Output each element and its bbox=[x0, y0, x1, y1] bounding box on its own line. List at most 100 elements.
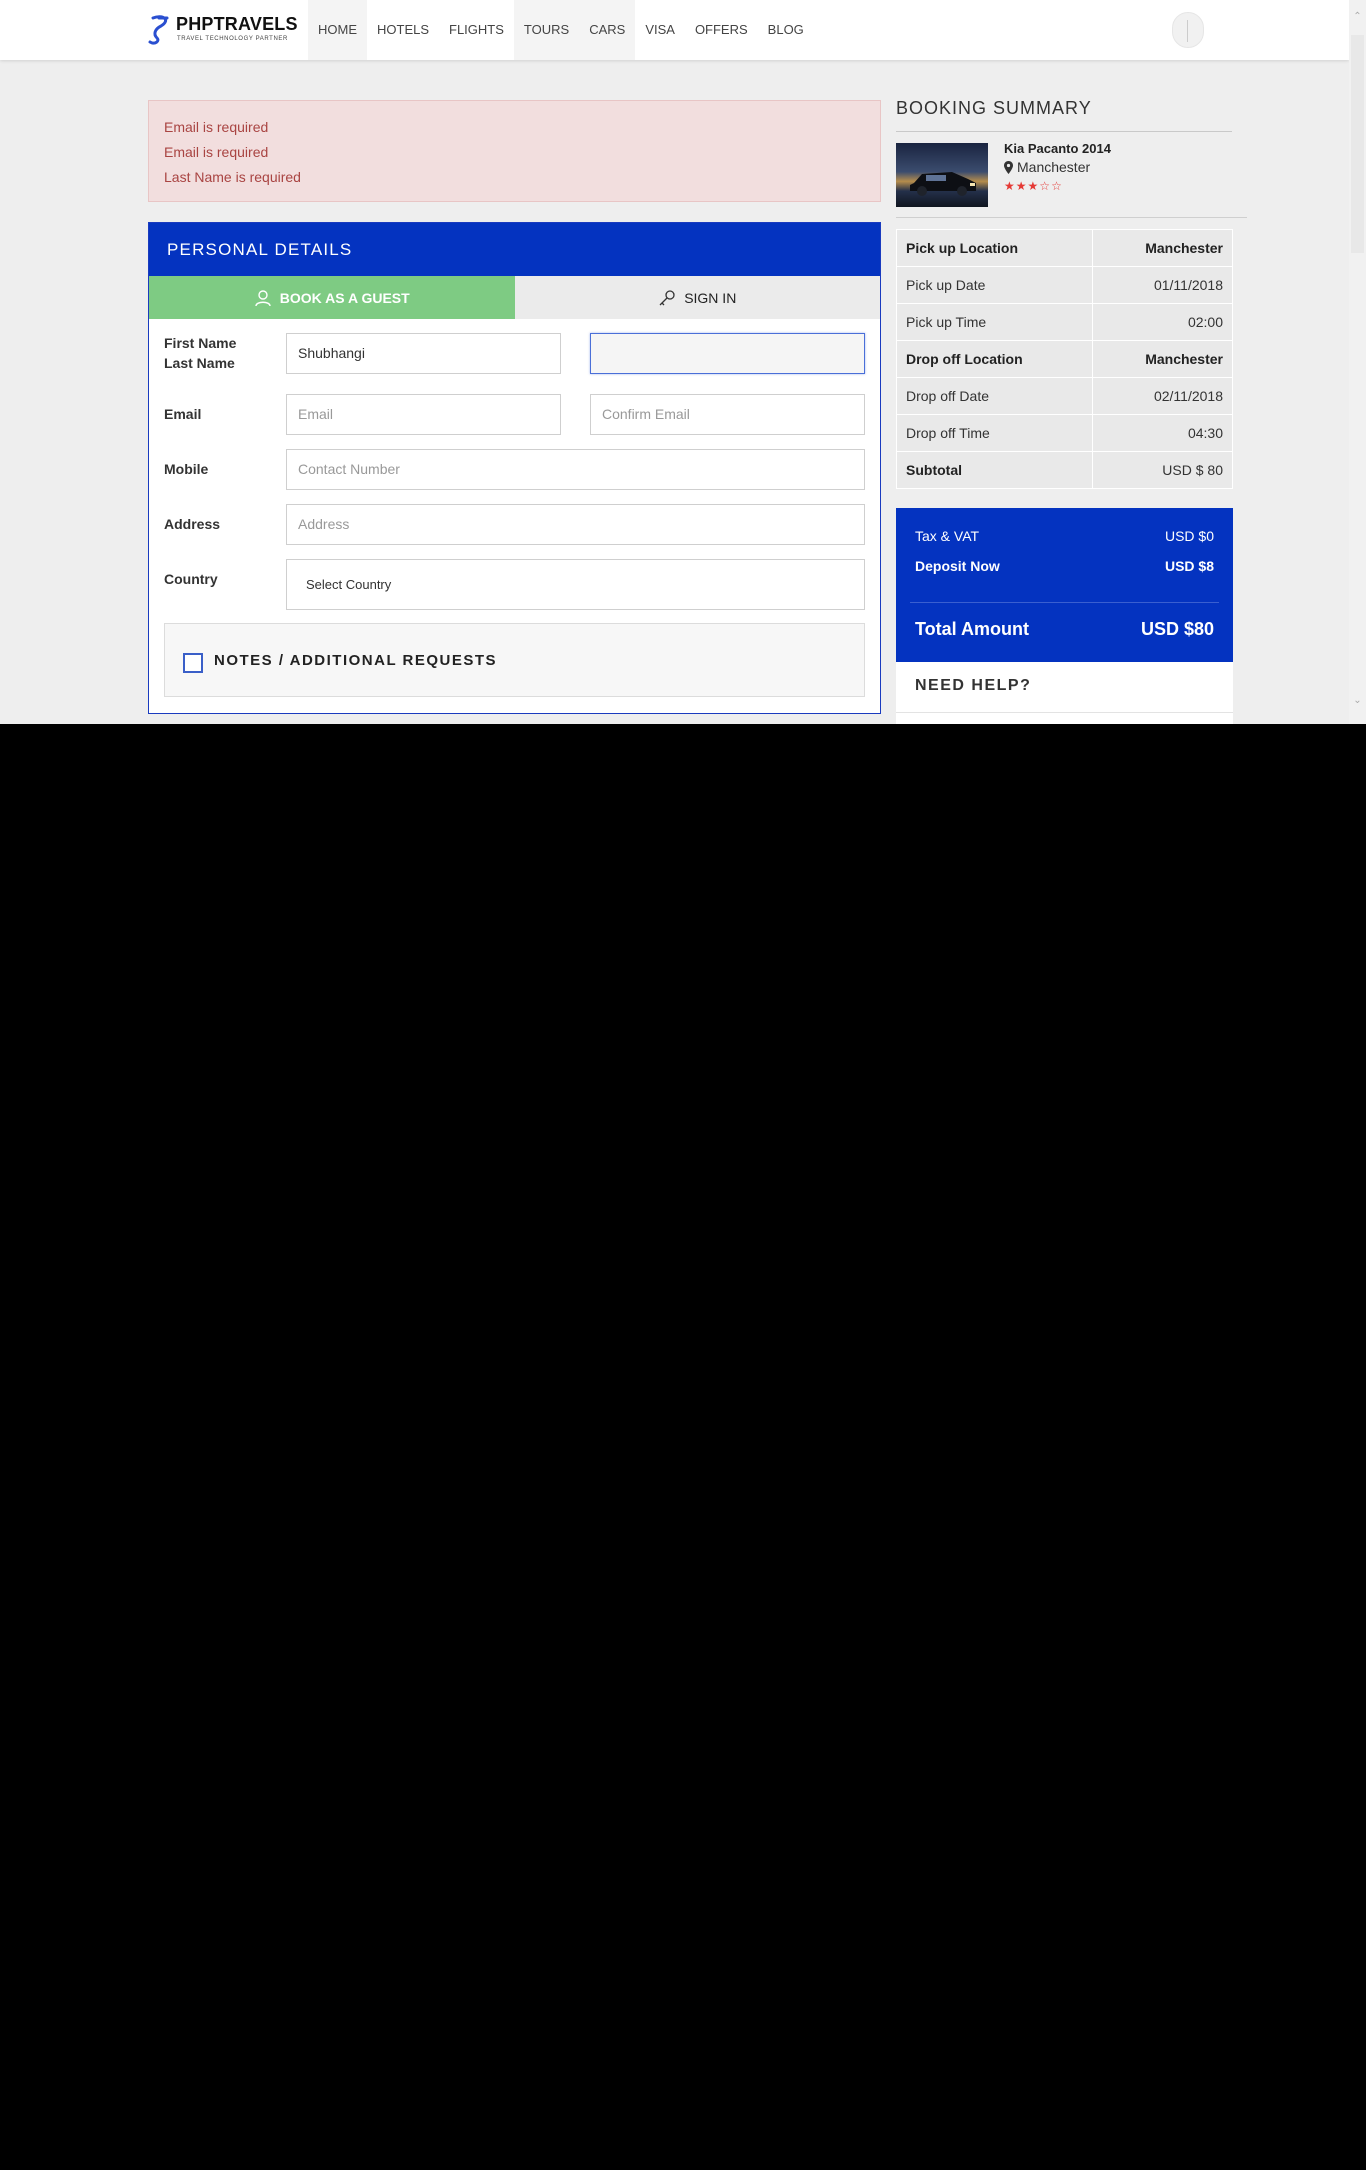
last-name-input[interactable] bbox=[590, 333, 865, 374]
tax-row: Tax & VAT USD $0 bbox=[915, 528, 1214, 544]
deposit-row: Deposit Now USD $8 bbox=[915, 558, 1214, 574]
row-label: Pick up Location bbox=[895, 229, 1094, 267]
table-row: Pick up Time 02:00 bbox=[895, 303, 1233, 341]
country-label: Country bbox=[164, 571, 218, 587]
page-scrollbar[interactable]: ⌃ ⌄ bbox=[1349, 0, 1366, 724]
row-value: Manchester bbox=[1092, 340, 1233, 378]
car-name[interactable]: Kia Pacanto 2014 bbox=[1004, 141, 1111, 156]
car-image bbox=[910, 172, 976, 196]
deposit-value: USD $8 bbox=[1164, 558, 1214, 574]
car-thumbnail[interactable] bbox=[896, 143, 988, 207]
car-location-text: Manchester bbox=[1017, 159, 1091, 175]
star-icon: ★ bbox=[1015, 179, 1028, 193]
notes-section: NOTES / ADDITIONAL REQUESTS bbox=[164, 623, 865, 697]
booking-details-table: Pick up Location Manchester Pick up Date… bbox=[895, 229, 1233, 489]
row-label: Drop off Date bbox=[895, 377, 1094, 415]
nav-hotels[interactable]: HOTELS bbox=[367, 0, 439, 60]
summary-divider bbox=[896, 217, 1247, 218]
scrollbar-thumb[interactable] bbox=[1351, 35, 1364, 253]
total-label: Total Amount bbox=[915, 619, 1029, 639]
brand-name: PHPTRAVELS bbox=[176, 14, 298, 34]
car-rating: ★★★☆☆ bbox=[1004, 179, 1063, 193]
alert-message: Email is required bbox=[164, 144, 269, 160]
email-input[interactable]: Email bbox=[286, 394, 561, 435]
brand-logo[interactable]: PHPTRAVELS TRAVEL TECHNOLOGY PARTNER bbox=[147, 12, 297, 48]
tab-signin-label: SIGN IN bbox=[684, 289, 737, 306]
address-label: Address bbox=[164, 516, 221, 532]
row-label: Drop off Location bbox=[895, 340, 1094, 378]
notes-checkbox[interactable] bbox=[183, 653, 203, 673]
totals-box: Tax & VAT USD $0 Deposit Now USD $8 Tota… bbox=[896, 508, 1233, 662]
email-label: Email bbox=[164, 406, 202, 422]
map-marker-icon bbox=[1004, 160, 1013, 174]
brand-tagline: TRAVEL TECHNOLOGY PARTNER bbox=[177, 36, 288, 42]
need-help-box: NEED HELP? bbox=[896, 662, 1233, 724]
nav-offers[interactable]: OFFERS bbox=[685, 0, 758, 60]
row-value: USD $ 80 bbox=[1092, 451, 1233, 489]
car-location: Manchester bbox=[1004, 159, 1090, 175]
nav-cars[interactable]: CARS bbox=[579, 0, 636, 60]
row-value: 02:00 bbox=[1092, 303, 1233, 341]
account-menu-button[interactable] bbox=[1172, 12, 1204, 48]
table-row: Pick up Location Manchester bbox=[895, 229, 1233, 267]
row-value: 01/11/2018 bbox=[1092, 266, 1233, 304]
need-help-title: NEED HELP? bbox=[915, 677, 1032, 694]
row-value: Manchester bbox=[1092, 229, 1233, 267]
user-icon bbox=[255, 289, 271, 306]
table-row: Drop off Date 02/11/2018 bbox=[895, 377, 1233, 415]
total-value: USD $80 bbox=[1140, 619, 1214, 639]
validation-alert: Email is required Email is required Last… bbox=[148, 100, 881, 202]
nav-visa[interactable]: VISA bbox=[635, 0, 685, 60]
mobile-input[interactable]: Contact Number bbox=[286, 449, 865, 490]
row-value: 02/11/2018 bbox=[1092, 377, 1233, 415]
nav-home[interactable]: HOME bbox=[308, 0, 367, 60]
confirm-email-input[interactable]: Confirm Email bbox=[590, 394, 865, 435]
address-input[interactable]: Address bbox=[286, 504, 865, 545]
summary-divider bbox=[896, 131, 1232, 132]
star-icon: ★ bbox=[1027, 179, 1040, 193]
star-icon: ★ bbox=[1004, 179, 1016, 193]
mobile-label: Mobile bbox=[164, 461, 209, 477]
first-name-label: First Name bbox=[164, 335, 237, 351]
total-row: Total Amount USD $80 bbox=[915, 619, 1214, 640]
star-empty-icon: ☆ bbox=[1039, 179, 1052, 193]
row-value: 04:30 bbox=[1092, 414, 1233, 452]
row-label: Pick up Date bbox=[895, 266, 1094, 304]
main-nav: HOME HOTELS FLIGHTS TOURS CARS VISA OFFE… bbox=[308, 0, 814, 60]
deposit-label: Deposit Now bbox=[915, 558, 1000, 574]
row-label: Drop off Time bbox=[895, 414, 1094, 452]
top-navbar: PHPTRAVELS TRAVEL TECHNOLOGY PARTNER HOM… bbox=[0, 0, 1349, 60]
table-row: Pick up Date 01/11/2018 bbox=[895, 266, 1233, 304]
personal-details-panel: PERSONAL DETAILS BOOK AS A GUEST SIGN IN… bbox=[148, 222, 881, 714]
totals-divider bbox=[910, 602, 1219, 603]
browser-viewport: PHPTRAVELS TRAVEL TECHNOLOGY PARTNER HOM… bbox=[0, 0, 1366, 724]
panel-title: PERSONAL DETAILS bbox=[149, 223, 880, 276]
booking-tabs: BOOK AS A GUEST SIGN IN bbox=[149, 276, 880, 319]
star-empty-icon: ☆ bbox=[1051, 179, 1063, 193]
nav-blog[interactable]: BLOG bbox=[758, 0, 814, 60]
nav-tours[interactable]: TOURS bbox=[513, 0, 580, 60]
table-row: Subtotal USD $ 80 bbox=[895, 451, 1233, 489]
tab-guest-label: BOOK AS A GUEST bbox=[279, 289, 410, 306]
first-name-input[interactable]: Shubhangi bbox=[286, 333, 561, 374]
logo-mark-icon bbox=[148, 15, 169, 45]
key-icon bbox=[659, 289, 675, 305]
alert-message: Email is required bbox=[164, 119, 269, 135]
tax-label: Tax & VAT bbox=[915, 528, 980, 544]
alert-message: Last Name is required bbox=[164, 169, 301, 185]
tab-sign-in[interactable]: SIGN IN bbox=[514, 276, 880, 319]
table-row: Drop off Location Manchester bbox=[895, 340, 1233, 378]
help-divider bbox=[896, 712, 1233, 713]
row-label: Pick up Time bbox=[895, 303, 1094, 341]
booking-summary-title: BOOKING SUMMARY bbox=[896, 98, 1092, 118]
notes-label[interactable]: NOTES / ADDITIONAL REQUESTS bbox=[214, 652, 497, 669]
row-label: Subtotal bbox=[895, 451, 1094, 489]
country-select[interactable]: Select Country bbox=[286, 559, 865, 610]
tax-value: USD $0 bbox=[1164, 528, 1214, 544]
scroll-up-icon[interactable]: ⌃ bbox=[1349, 8, 1366, 25]
table-row: Drop off Time 04:30 bbox=[895, 414, 1233, 452]
tab-book-as-guest[interactable]: BOOK AS A GUEST bbox=[149, 276, 515, 319]
nav-flights[interactable]: FLIGHTS bbox=[439, 0, 514, 60]
last-name-label: Last Name bbox=[164, 355, 235, 371]
scroll-down-icon[interactable]: ⌄ bbox=[1349, 692, 1366, 709]
